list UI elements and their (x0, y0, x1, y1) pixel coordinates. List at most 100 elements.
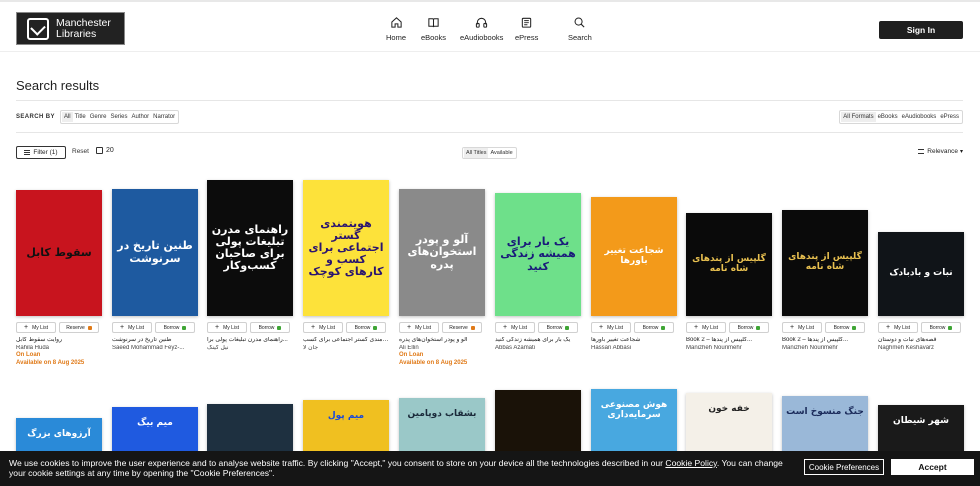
accept-cookies-button[interactable]: Accept (891, 459, 974, 475)
book-title[interactable]: آلو و پودر استخوان‌های پدره (399, 337, 485, 345)
book-cover[interactable]: آلو و پودر استخوان‌های پدره (399, 189, 485, 316)
sign-in-button[interactable]: Sign In (879, 21, 963, 39)
format-epress[interactable]: ePress (938, 112, 961, 122)
book-title[interactable]: هویت‌مندی گستر اجتماعی برای کسب... (303, 337, 389, 345)
book-cover[interactable]: نبات و بادبادک (878, 232, 964, 316)
my-list-label: My List (128, 324, 144, 331)
borrow-button[interactable]: Borrow (538, 322, 578, 333)
available-option[interactable]: Available (488, 148, 514, 158)
borrow-button[interactable]: Borrow (155, 322, 195, 333)
book-title[interactable]: قصه‌های نبات و دوستان (878, 337, 964, 345)
book-title[interactable]: Book 2 – گلپیس از پندها... (782, 337, 868, 345)
book-icon (428, 18, 439, 28)
all-titles-option[interactable]: All Titles (464, 148, 489, 158)
book-author[interactable]: Naghmeh Keshavarz (878, 345, 964, 353)
cover-text: شهر شیطان (893, 416, 949, 426)
cookie-policy-link[interactable]: Cookie Policy (665, 458, 716, 468)
cookie-preferences-button[interactable]: Cookie Preferences (804, 459, 884, 475)
nav-label: eAudiobooks (460, 33, 504, 42)
book-cover[interactable]: گلپیس از پندهای شاه نامه (686, 213, 772, 316)
my-list-label: My List (319, 324, 335, 331)
headphones-icon (476, 17, 488, 28)
availability-badge-icon (87, 325, 92, 330)
my-list-button[interactable]: + My List (399, 322, 439, 333)
book-author[interactable]: نیل کینگ (207, 345, 293, 353)
my-list-button[interactable]: + My List (207, 322, 247, 333)
sort-icon (918, 149, 925, 154)
book-title[interactable]: طنین تاریخ در سرنوشت (112, 337, 198, 345)
cover-text: سقوط کابل (26, 245, 92, 259)
my-list-button[interactable]: + My List (591, 322, 631, 333)
my-list-button[interactable]: + My List (303, 322, 343, 333)
divider (16, 132, 963, 133)
book-author[interactable]: Abbas Azamati (495, 345, 581, 353)
filter-button[interactable]: Filter (1) (16, 146, 66, 159)
my-list-button[interactable]: + My List (782, 322, 822, 333)
book-cover[interactable]: هویتمندی گستر اجتماعی برای کسب و کارهای … (303, 180, 389, 316)
format-ebooks[interactable]: eBooks (876, 112, 900, 122)
book-title[interactable]: یک بار برای همیشه زندگی کنید (495, 337, 581, 345)
search-by-narrator[interactable]: Narrator (151, 112, 177, 122)
reserve-button[interactable]: Reserve (59, 322, 99, 333)
format-eaudiobooks[interactable]: eAudiobooks (900, 112, 939, 122)
nav-search[interactable]: Search (568, 16, 592, 46)
nav-ebooks[interactable]: eBooks (421, 16, 446, 46)
borrow-button[interactable]: Borrow (346, 322, 386, 333)
book-cover[interactable]: گلپیس از پندهای شاه نامه (782, 210, 868, 316)
search-by-options: All Title Genre Series Author Narrator (59, 110, 180, 124)
card-actions: + My List Borrow (686, 322, 769, 333)
search-by-series[interactable]: Series (108, 112, 129, 122)
manchester-libraries-logo[interactable]: Manchester Libraries (16, 12, 125, 45)
home-icon (390, 17, 402, 28)
book-title[interactable]: راهنمای مدرن تبلیغات پولی برا... (207, 337, 293, 345)
search-by-all[interactable]: All (61, 112, 73, 122)
book-title[interactable]: شجاعت تغییر باورها (591, 337, 677, 345)
book-cover[interactable]: شجاعت تغییر باورها (591, 197, 677, 316)
action-label: Borrow (258, 324, 275, 331)
my-list-button[interactable]: + My List (112, 322, 152, 333)
book-author[interactable]: Saeed Mohammad Feyz-... (112, 345, 198, 353)
nav-epress[interactable]: ePress (515, 16, 538, 46)
my-list-button[interactable]: + My List (686, 322, 726, 333)
book-cover[interactable]: طنین تاریخ در سرنوشت (112, 189, 198, 316)
nav-eaudiobooks[interactable]: eAudiobooks (460, 16, 503, 46)
plus-icon: + (407, 324, 412, 331)
cookie-banner: We use cookies to improve the user exper… (0, 451, 980, 486)
format-all[interactable]: All Formats (841, 112, 876, 122)
borrow-button[interactable]: Borrow (825, 322, 865, 333)
book-title[interactable]: Book 2 – گلپیس از پندها... (686, 337, 772, 345)
borrow-button[interactable]: Borrow (250, 322, 290, 333)
reserve-button[interactable]: Reserve (442, 322, 482, 333)
book-author[interactable]: Rahila Huda (16, 345, 102, 353)
cover-text: میم بیگ (137, 418, 173, 428)
book-cover[interactable]: راهنمای مدرن تبلیغات پولی برای صاحبان کس… (207, 180, 293, 316)
nav-label: eBooks (421, 33, 447, 42)
sort-dropdown[interactable]: Relevance ▾ (918, 148, 963, 155)
logo-line1: Manchester (56, 16, 111, 29)
reset-button[interactable]: Reset (72, 148, 89, 155)
search-by-author[interactable]: Author (129, 112, 151, 122)
book-author[interactable]: Manizheh Nourimehr (782, 345, 868, 353)
book-title[interactable]: روایت سقوط کابل (16, 337, 102, 345)
nav-home[interactable]: Home (386, 16, 406, 46)
search-by-genre[interactable]: Genre (88, 112, 109, 122)
card-actions: + My List Borrow (207, 322, 290, 333)
my-list-button[interactable]: + My List (16, 322, 56, 333)
book-author[interactable]: Ali Ellin (399, 345, 485, 353)
my-list-button[interactable]: + My List (878, 322, 918, 333)
my-list-button[interactable]: + My List (495, 322, 535, 333)
plus-icon: + (503, 324, 508, 331)
borrow-button[interactable]: Borrow (921, 322, 961, 333)
plus-icon: + (24, 324, 29, 331)
action-label: Borrow (642, 324, 659, 331)
book-author[interactable]: Hassan Abbasi (591, 345, 677, 353)
borrow-button[interactable]: Borrow (634, 322, 674, 333)
book-cover[interactable]: یک بار برای همیشه زندگی کنید (495, 193, 581, 316)
search-by-title[interactable]: Title (73, 112, 88, 122)
borrow-button[interactable]: Borrow (729, 322, 769, 333)
book-cover[interactable]: سقوط کابل (16, 190, 102, 316)
book-author[interactable]: Manizheh Nourimehr (686, 345, 772, 353)
my-list-label: My List (511, 324, 527, 331)
book-author[interactable]: جان لا (303, 345, 389, 353)
availability-badge-icon (277, 325, 282, 330)
